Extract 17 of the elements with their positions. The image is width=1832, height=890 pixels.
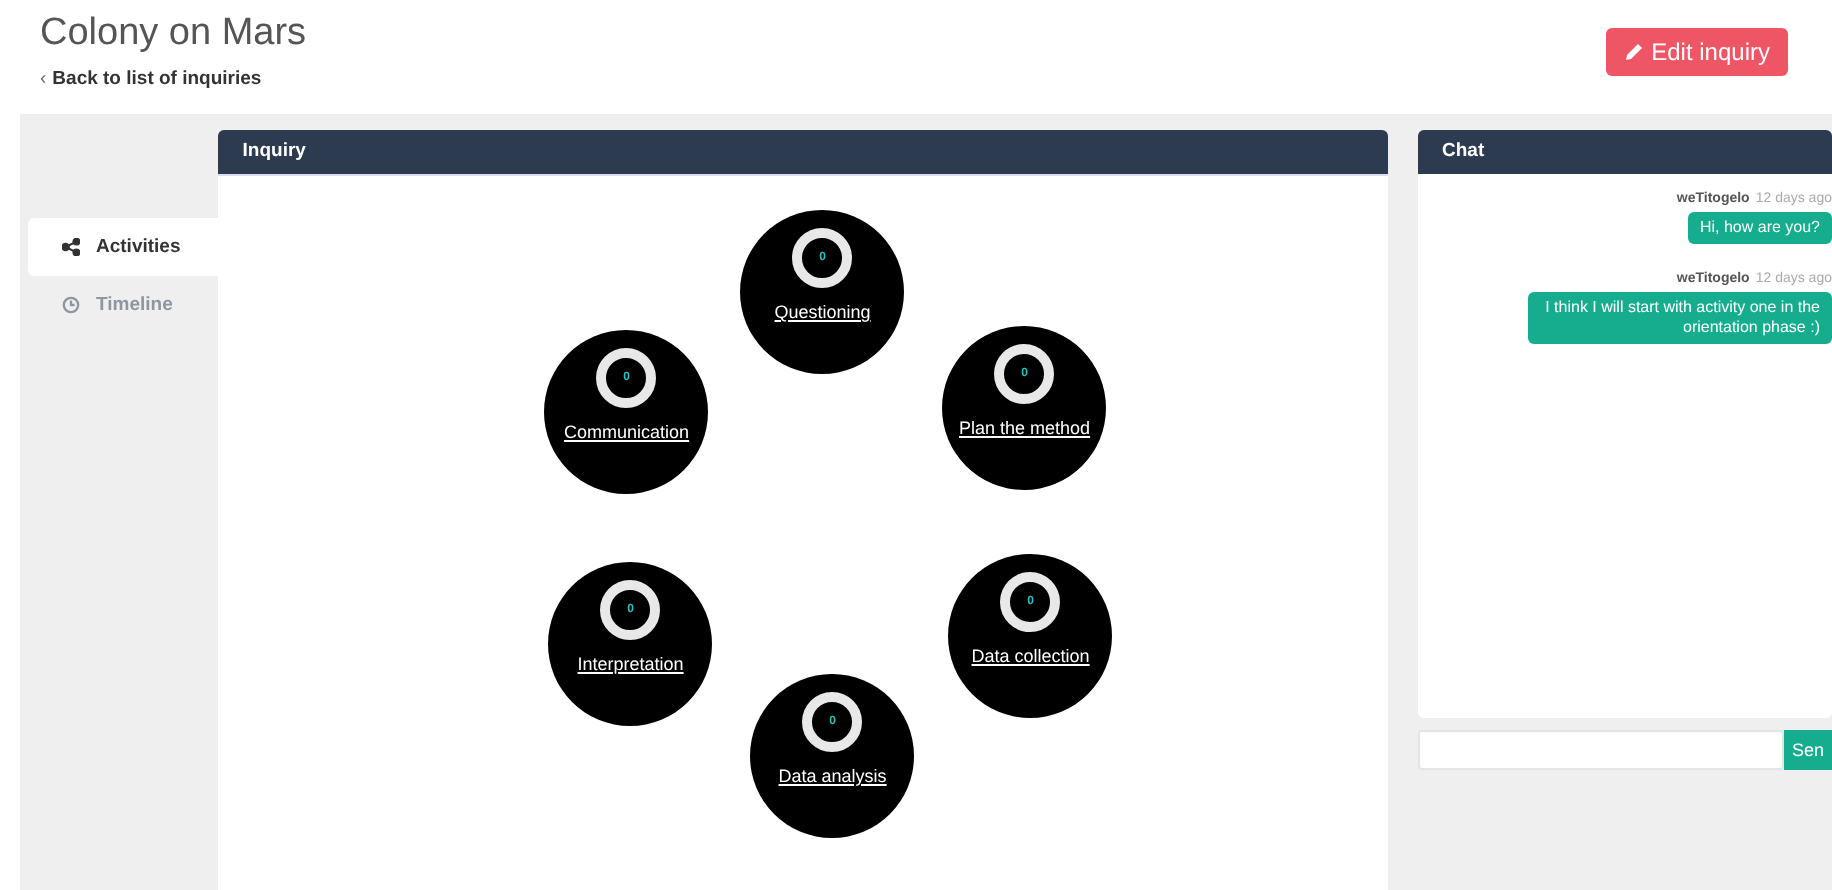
chat-panel-header: Chat <box>1418 130 1832 174</box>
page-title: Colony on Mars <box>40 12 307 56</box>
sidebar-tab[interactable]: Activities <box>28 218 219 276</box>
message-input-field[interactable] <box>1418 730 1784 770</box>
pencil-icon <box>1623 42 1644 62</box>
phase-link[interactable]: Data collection <box>971 644 1090 668</box>
phase-link[interactable]: Plan the method <box>959 416 1091 440</box>
clock-icon <box>62 296 80 314</box>
phase-link[interactable]: Communication <box>564 420 690 444</box>
phase-link[interactable]: Data analysis <box>778 764 887 788</box>
phase-link[interactable]: Interpretation <box>577 652 684 676</box>
back-link[interactable]: ‹ Back to list of inquiries <box>40 68 262 90</box>
message-bubble: I think I will start with activity one in the orientation phase :) <box>1528 292 1832 344</box>
message-bubble: Hi, how are you? <box>1687 212 1832 244</box>
share-icon <box>62 238 80 256</box>
inquiry-panel-header: Inquiry <box>218 130 1388 174</box>
phase-link[interactable]: Questioning <box>774 300 871 324</box>
